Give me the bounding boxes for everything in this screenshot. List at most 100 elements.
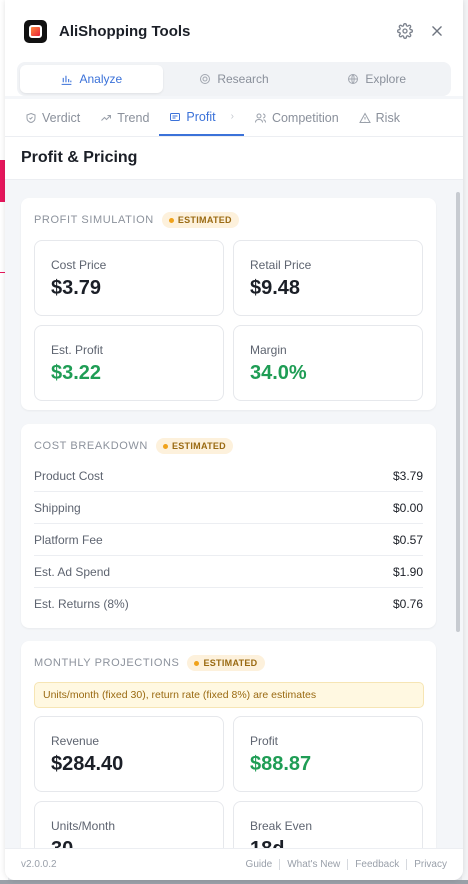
stat-value: $88.87 bbox=[250, 753, 312, 775]
cost-row: Product Cost $3.79 bbox=[34, 460, 423, 492]
tab-analyze[interactable]: Analyze bbox=[20, 65, 163, 93]
panel-footer: v2.0.0.2 Guide What's New Feedback Priva… bbox=[5, 848, 463, 880]
stat-break-even: Break Even 18d bbox=[233, 801, 423, 848]
estimate-note: Units/month (fixed 30), return rate (fix… bbox=[34, 682, 424, 708]
subtab-verdict[interactable]: Verdict bbox=[15, 99, 90, 136]
footer-separator bbox=[347, 859, 349, 870]
globe-icon bbox=[348, 74, 359, 84]
receipt-icon bbox=[170, 112, 181, 121]
card-title: COST BREAKDOWN ESTIMATED bbox=[21, 424, 436, 454]
panel-header: AliShopping Tools bbox=[5, 0, 463, 62]
stat-cost-price: Cost Price $3.79 bbox=[34, 240, 224, 316]
stat-label: Revenue bbox=[51, 734, 100, 748]
privacy-link[interactable]: Privacy bbox=[414, 859, 447, 870]
cost-rows: Product Cost $3.79 Shipping $0.00 Platform… bbox=[21, 454, 436, 620]
main-nav: Analyze Research Explore bbox=[5, 62, 463, 96]
cost-row-value: $0.76 bbox=[392, 597, 423, 611]
subtab-competition[interactable]: Competition bbox=[244, 99, 349, 136]
cost-row-value: $0.57 bbox=[392, 532, 423, 547]
section-title: Profit & Pricing bbox=[5, 137, 463, 180]
chevron-right-icon: › bbox=[230, 111, 234, 122]
target-icon bbox=[200, 74, 211, 84]
stat-profit: Profit $88.87 bbox=[233, 716, 423, 792]
panel-content: PROFIT SIMULATION ESTIMATED Cost Price $… bbox=[5, 181, 463, 848]
cost-row-label: Est. Returns (8%) bbox=[34, 597, 129, 611]
extension-panel: AliShopping Tools Analyze Research Explo… bbox=[5, 0, 463, 880]
shield-check-icon bbox=[26, 112, 36, 123]
tab-explore[interactable]: Explore bbox=[305, 65, 448, 93]
monthly-projections-title: MONTHLY PROJECTIONS bbox=[34, 657, 180, 669]
subtab-verdict-label: Verdict bbox=[42, 110, 81, 125]
stat-value: 30 bbox=[51, 838, 207, 848]
trend-line-icon bbox=[101, 114, 112, 121]
subtab-profit-label: Profit bbox=[186, 109, 216, 124]
estimated-badge: ESTIMATED bbox=[187, 655, 265, 671]
background-page-bottom-bar bbox=[0, 880, 468, 884]
stat-label: Profit bbox=[250, 734, 279, 748]
tab-research-label: Research bbox=[217, 72, 269, 86]
subtab-risk-label: Risk bbox=[375, 110, 400, 125]
cost-row-value: $3.79 bbox=[392, 468, 423, 483]
cost-row-label: Shipping bbox=[34, 500, 81, 515]
cost-row-label: Platform Fee bbox=[34, 532, 103, 547]
subtab-risk[interactable]: Risk bbox=[349, 99, 410, 136]
gear-icon[interactable] bbox=[395, 21, 415, 41]
cost-breakdown-card: COST BREAKDOWN ESTIMATED Product Cost $3.… bbox=[21, 424, 436, 628]
cost-row-label: Product Cost bbox=[34, 468, 104, 483]
badge-label: ESTIMATED bbox=[203, 658, 258, 668]
subtab-trend[interactable]: Trend bbox=[90, 99, 159, 136]
stat-grid: Cost Price $3.79 Retail Price $9.48 Est.… bbox=[21, 228, 436, 413]
stat-revenue: Revenue $284.40 bbox=[34, 716, 224, 792]
stat-margin: Margin 34.0% bbox=[233, 325, 423, 401]
stat-value: 34.0% bbox=[250, 362, 307, 384]
badge-label: ESTIMATED bbox=[171, 441, 226, 451]
sub-tab-bar: Verdict Trend Profit › Competition Risk bbox=[5, 99, 463, 137]
tab-research[interactable]: Research bbox=[163, 65, 306, 93]
stat-value: $9.48 bbox=[250, 277, 301, 299]
stat-value: 18d bbox=[250, 838, 406, 848]
cost-breakdown-title: COST BREAKDOWN bbox=[34, 440, 148, 452]
feedback-link[interactable]: Feedback bbox=[355, 859, 399, 870]
tab-analyze-label: Analyze bbox=[79, 72, 123, 86]
stat-value: $3.22 bbox=[51, 362, 102, 384]
tab-explore-label: Explore bbox=[365, 72, 407, 86]
stat-est-profit: Est. Profit $3.22 bbox=[34, 325, 224, 401]
warning-icon bbox=[358, 111, 371, 123]
stat-value: $284.40 bbox=[51, 753, 124, 775]
profit-simulation-title: PROFIT SIMULATION bbox=[34, 214, 154, 226]
stat-label: Break Even bbox=[250, 819, 313, 833]
cost-row: Est. Ad Spend $1.90 bbox=[34, 556, 423, 588]
monthly-projections-card: MONTHLY PROJECTIONS ESTIMATED Units/mont… bbox=[21, 641, 436, 848]
stat-label: Retail Price bbox=[250, 258, 312, 272]
app-title: AliShopping Tools bbox=[59, 22, 191, 40]
stat-retail-price: Retail Price $9.48 bbox=[233, 240, 423, 316]
app-logo bbox=[24, 19, 47, 43]
cost-row-value: $0.00 bbox=[392, 500, 423, 515]
cost-row: Est. Returns (8%) $0.76 bbox=[34, 588, 423, 620]
close-icon[interactable] bbox=[427, 21, 447, 41]
subtab-profit[interactable]: Profit › bbox=[159, 99, 244, 136]
stat-label: Units/Month bbox=[51, 819, 116, 833]
profit-simulation-card: PROFIT SIMULATION ESTIMATED Cost Price $… bbox=[21, 198, 436, 410]
version-label: v2.0.0.2 bbox=[21, 859, 57, 870]
guide-link[interactable]: Guide bbox=[246, 859, 273, 870]
cost-row-label: Est. Ad Spend bbox=[34, 564, 111, 579]
subtab-competition-label: Competition bbox=[271, 110, 339, 125]
stat-units-month: Units/Month 30 bbox=[34, 801, 224, 848]
card-title: PROFIT SIMULATION ESTIMATED bbox=[21, 198, 436, 228]
cost-row: Platform Fee $0.57 bbox=[34, 524, 423, 556]
stat-label: Margin bbox=[250, 343, 287, 357]
cost-row-value: $1.90 bbox=[392, 564, 423, 579]
estimated-badge: ESTIMATED bbox=[161, 212, 239, 228]
stat-label: Cost Price bbox=[51, 258, 107, 272]
stat-label: Est. Profit bbox=[51, 343, 104, 357]
main-tab-bar: Analyze Research Explore bbox=[17, 62, 451, 96]
estimated-badge: ESTIMATED bbox=[155, 438, 233, 454]
bar-chart-icon bbox=[62, 75, 72, 85]
users-icon bbox=[254, 113, 266, 123]
card-title: MONTHLY PROJECTIONS ESTIMATED bbox=[21, 641, 436, 671]
whats-new-link[interactable]: What's New bbox=[287, 859, 340, 870]
footer-separator bbox=[279, 859, 281, 870]
stat-grid: Revenue $284.40 Profit $88.87 Units/Mont… bbox=[21, 708, 436, 848]
cost-row: Shipping $0.00 bbox=[34, 492, 423, 524]
